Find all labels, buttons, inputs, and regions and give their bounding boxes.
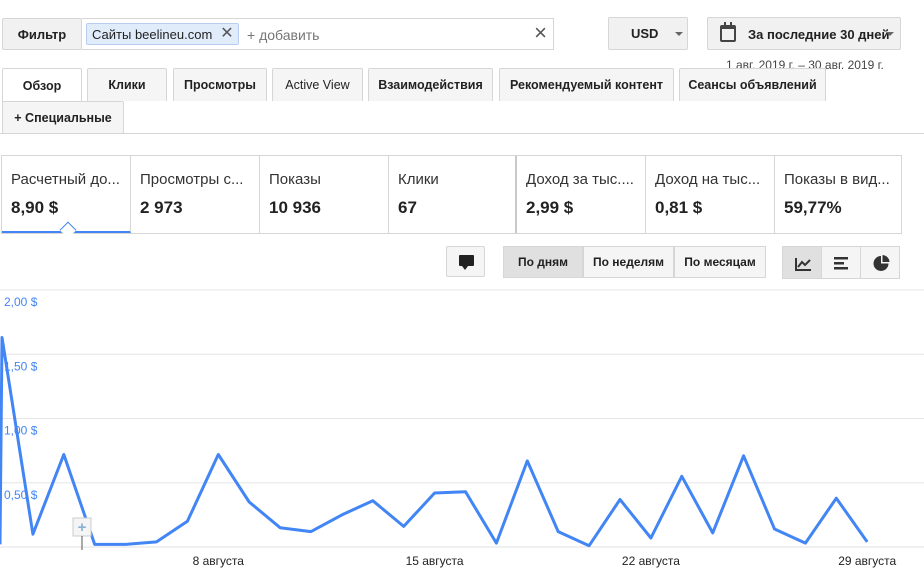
data-point — [371, 499, 375, 503]
tab-custom[interactable]: + Специальные — [2, 101, 124, 133]
calendar-icon — [720, 22, 736, 42]
data-point — [433, 491, 437, 495]
data-point — [247, 500, 251, 504]
revenue-line-chart: 2,00 $ 1,50 $ 1,00 $ 0,50 $ 8 августа 15 авгу… — [0, 289, 924, 568]
series-line — [0, 336, 869, 548]
data-point — [216, 452, 220, 456]
date-range-label: За последние 30 дней — [748, 27, 890, 42]
data-point — [742, 454, 746, 458]
metric-label: Просмотры с... — [140, 171, 244, 188]
data-point — [62, 452, 66, 456]
line-chart-button[interactable] — [782, 246, 822, 279]
metrics-bar: Расчетный до... 8,90 $ Просмотры с... 2 … — [1, 155, 902, 234]
metric-page-rpm[interactable]: Доход за тыс.... 2,99 $ — [517, 156, 646, 233]
bar-chart-button[interactable] — [821, 246, 861, 279]
x-tick-label: 22 августа — [622, 554, 680, 568]
metric-value: 67 — [398, 198, 417, 217]
data-point — [309, 530, 313, 534]
comment-icon — [459, 255, 474, 270]
metric-value: 2,99 $ — [526, 198, 574, 217]
y-tick-label: 0,50 $ — [4, 488, 38, 502]
y-tick-label: 2,00 $ — [4, 295, 38, 309]
tab-interactions[interactable]: Взаимодействия — [368, 68, 493, 101]
data-point — [834, 496, 838, 500]
data-point — [865, 540, 869, 544]
pie-chart-icon — [873, 255, 890, 271]
metric-value: 0,81 $ — [655, 198, 703, 217]
data-point — [185, 519, 189, 523]
filter-chip-prefix: Сайты — [92, 26, 132, 42]
metric-label: Клики — [398, 171, 439, 188]
y-tick-label: 1,00 $ — [4, 424, 38, 438]
metric-label: Доход за тыс.... — [526, 171, 634, 188]
line-chart-icon — [795, 258, 811, 271]
data-point — [525, 459, 529, 463]
metric-page-views[interactable]: Просмотры с... 2 973 — [131, 156, 260, 233]
x-tick-label: 29 августа — [838, 554, 896, 568]
data-point — [680, 474, 684, 478]
pie-chart-button[interactable] — [860, 246, 900, 279]
tab-clicks[interactable]: Клики — [87, 68, 167, 101]
add-filter-input[interactable] — [247, 27, 507, 43]
data-point — [155, 540, 159, 544]
data-point — [93, 542, 97, 546]
data-point — [803, 541, 807, 545]
add-annotation-marker[interactable]: + — [72, 517, 92, 550]
metric-value: 8,90 $ — [11, 198, 59, 217]
y-tick-label: 1,50 $ — [4, 359, 38, 373]
data-point — [711, 531, 715, 535]
filter-button[interactable]: Фильтр — [2, 18, 82, 50]
data-point — [556, 530, 560, 534]
chevron-down-icon — [675, 32, 683, 36]
tabs-divider — [0, 133, 924, 134]
currency-label: USD — [631, 26, 659, 41]
metric-impressions[interactable]: Показы 10 936 — [260, 156, 389, 233]
currency-select[interactable]: USD — [608, 17, 688, 50]
metric-value: 2 973 — [140, 198, 183, 217]
data-point — [31, 532, 35, 536]
x-tick-label: 8 августа — [193, 554, 245, 568]
bar-chart-icon — [834, 257, 848, 270]
metric-value: 10 936 — [269, 198, 321, 217]
tab-ad-sessions[interactable]: Сеансы объявлений — [679, 68, 826, 101]
tab-overview[interactable]: Обзор — [2, 68, 82, 102]
annotations-button[interactable] — [446, 246, 485, 277]
tab-active-view[interactable]: Active View — [272, 68, 363, 101]
data-point — [278, 526, 282, 530]
metric-label: Доход на тыс... — [655, 171, 761, 188]
data-point — [587, 544, 591, 548]
clear-filter-icon[interactable]: × — [534, 22, 547, 44]
metric-label: Показы — [269, 171, 321, 188]
metric-value: 59,77% — [784, 198, 842, 217]
date-range-select[interactable]: За последние 30 дней — [707, 17, 901, 50]
metric-label: Показы в вид... — [784, 171, 890, 188]
chevron-down-icon — [886, 32, 894, 36]
metric-clicks[interactable]: Клики 67 — [389, 156, 517, 233]
data-point — [773, 527, 777, 531]
filter-chip[interactable]: Сайты beelineu.com ✕ — [86, 23, 239, 45]
tab-recommended-content[interactable]: Рекомендуемый контент — [499, 68, 674, 101]
metric-active-view-viewable[interactable]: Показы в вид... 59,77% — [775, 156, 902, 233]
metric-label: Расчетный до... — [11, 171, 120, 188]
granularity-weekly[interactable]: По неделям — [583, 246, 674, 278]
data-point — [649, 536, 653, 540]
x-tick-label: 15 августа — [406, 554, 464, 568]
granularity-daily[interactable]: По дням — [503, 246, 583, 278]
data-point — [124, 542, 128, 546]
metric-impression-rpm[interactable]: Доход на тыс... 0,81 $ — [646, 156, 775, 233]
data-point — [402, 524, 406, 528]
data-point — [464, 490, 468, 494]
tab-views[interactable]: Просмотры — [173, 68, 267, 101]
data-point — [494, 541, 498, 545]
filter-input-box[interactable]: Сайты beelineu.com ✕ × — [82, 18, 554, 50]
data-point — [0, 336, 4, 340]
granularity-monthly[interactable]: По месяцам — [674, 246, 766, 278]
data-point — [618, 497, 622, 501]
data-point — [340, 513, 344, 517]
plus-icon: + — [78, 519, 87, 536]
chip-close-icon[interactable]: ✕ — [220, 26, 233, 42]
filter-chip-value: beelineu.com — [134, 26, 213, 42]
